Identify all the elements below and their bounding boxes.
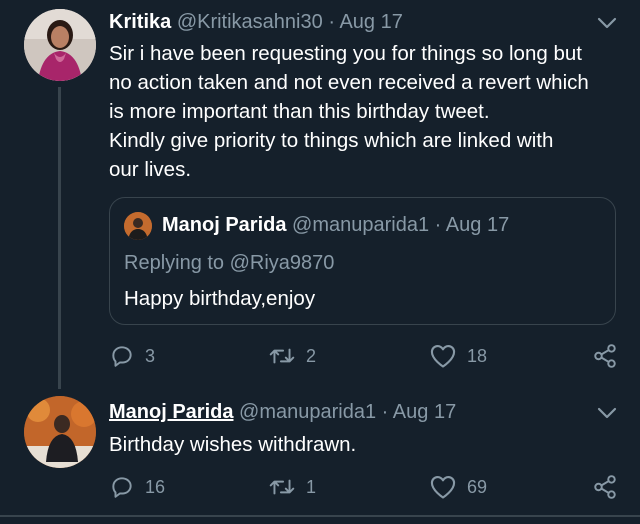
tweet-text-line: is more important than this birthday twe… — [109, 100, 490, 123]
separator-dot: · — [381, 401, 389, 423]
chevron-down-icon[interactable] — [596, 16, 618, 30]
share-button[interactable] — [592, 474, 618, 500]
heart-icon — [430, 345, 456, 368]
retweet-count: 1 — [306, 476, 317, 497]
share-icon — [594, 344, 616, 368]
like-button[interactable]: 18 — [429, 343, 487, 369]
heart-icon — [430, 476, 456, 499]
quoted-avatar — [124, 212, 152, 240]
quoted-author-name: Manoj Parida — [162, 214, 287, 236]
reply-icon — [112, 346, 132, 367]
author-name[interactable]: Kritika — [109, 11, 171, 33]
author-name[interactable]: Manoj Parida — [109, 401, 233, 423]
avatar-manoj-parida[interactable] — [24, 396, 96, 468]
tweet-text-line: Kindly give priority to things which are… — [109, 129, 554, 152]
reply-count: 3 — [145, 345, 156, 366]
retweet-button[interactable]: 1 — [268, 474, 316, 500]
tweet-header: Manoj Parida @manuparida1 · Aug 17 — [109, 400, 456, 424]
author-handle[interactable]: @Kritikasahni30 — [177, 11, 323, 33]
retweet-icon — [269, 479, 295, 495]
chevron-down-icon[interactable] — [596, 406, 618, 420]
quoted-date: Aug 17 — [445, 214, 510, 236]
thread-connector-line — [58, 87, 61, 389]
replying-to: Replying to @Riya9870 — [124, 252, 335, 274]
share-button[interactable] — [592, 343, 618, 369]
tweet-text-line: our lives. — [109, 158, 192, 181]
retweet-count: 2 — [306, 345, 317, 366]
retweet-button[interactable]: 2 — [268, 343, 316, 369]
tweet-text: Sir i have been requesting you for thing… — [109, 39, 619, 184]
retweet-icon — [269, 348, 295, 364]
tweet-date[interactable]: Aug 17 — [393, 401, 456, 423]
tweet-date[interactable]: Aug 17 — [339, 11, 402, 33]
tweet-divider — [0, 515, 640, 517]
separator-dot: · — [434, 214, 442, 236]
tweet-text: Birthday wishes withdrawn. — [109, 430, 619, 459]
author-handle[interactable]: @manuparida1 — [239, 401, 376, 423]
tweet-text-line: no action taken and not even received a … — [109, 71, 589, 94]
quoted-author-handle: @manuparida1 — [292, 214, 430, 236]
avatar-kritika[interactable] — [24, 9, 96, 81]
reply-count: 16 — [145, 476, 166, 497]
reply-icon — [112, 477, 132, 498]
quoted-text: Happy birthday,enjoy — [124, 287, 316, 310]
tweet-text-line: Sir i have been requesting you for thing… — [109, 42, 582, 65]
quoted-tweet[interactable]: Manoj Parida @manuparida1 · Aug 17 Reply… — [109, 197, 616, 325]
tweet-text-line: Birthday wishes withdrawn. — [109, 433, 357, 456]
reply-button[interactable]: 16 — [109, 474, 165, 500]
like-button[interactable]: 69 — [429, 474, 487, 500]
share-icon — [594, 475, 616, 499]
separator-dot: · — [328, 11, 335, 33]
tweet-header: Kritika @Kritikasahni30 · Aug 17 — [109, 10, 403, 34]
reply-button[interactable]: 3 — [109, 343, 155, 369]
quoted-header: Manoj Parida @manuparida1 · Aug 17 — [162, 214, 509, 237]
like-count: 18 — [467, 345, 488, 366]
like-count: 69 — [467, 476, 488, 497]
